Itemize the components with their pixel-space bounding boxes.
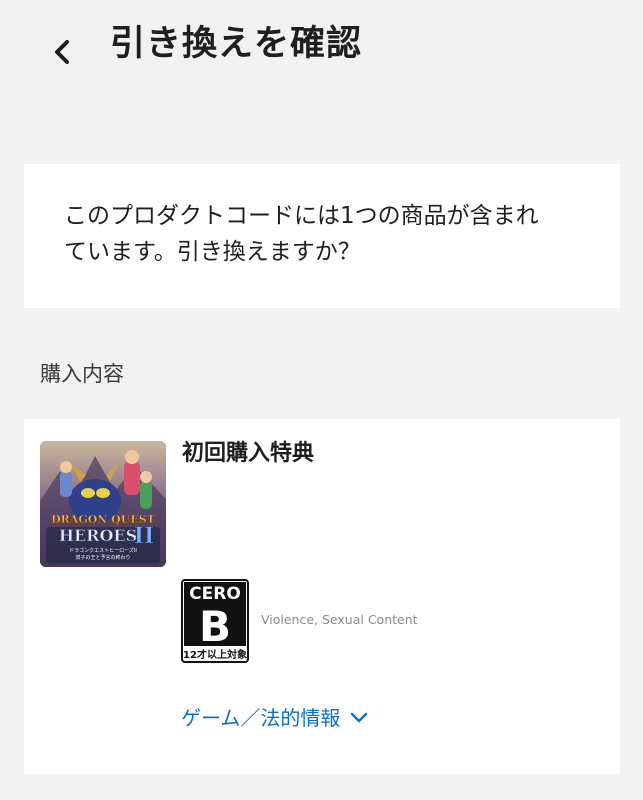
game-legal-info-toggle[interactable]: ゲーム／法的情報 xyxy=(181,702,368,734)
confirmation-message-line-2: ています。引き換えますか？ xyxy=(64,239,361,265)
thumbnail-caption-1: ドラゴンクエストヒーローズII xyxy=(69,547,137,554)
header: 引き換えを確認 xyxy=(0,0,643,100)
confirmation-message-line-1: このプロダクトコードには1つの商品が含まれ xyxy=(64,203,539,229)
purchase-contents-label: 購入内容 xyxy=(40,362,124,386)
product-thumbnail-art: DRAGON QUEST HEROES II ドラゴンクエストヒーローズII 双… xyxy=(40,441,166,567)
rating-descriptors: Violence, Sexual Content xyxy=(261,612,418,627)
product-title: 初回購入特典 xyxy=(182,441,315,466)
cero-brand: CERO xyxy=(189,584,241,604)
thumbnail-caption-2: 双子の王と予言の終わり xyxy=(75,554,130,561)
chevron-left-icon xyxy=(55,40,69,64)
game-legal-info-label: ゲーム／法的情報 xyxy=(181,706,341,730)
cero-grade: B xyxy=(199,602,231,651)
page-title: 引き換えを確認 xyxy=(110,24,363,64)
thumbnail-logo-sub: HEROES xyxy=(59,526,137,545)
cero-rating-badge: CERO B 12才以上対象 xyxy=(181,579,249,663)
cero-rating-icon: CERO B 12才以上対象 xyxy=(181,579,249,663)
thumbnail-numeral: II xyxy=(134,523,155,549)
product-item-card: DRAGON QUEST HEROES II ドラゴンクエストヒーローズII 双… xyxy=(24,419,620,774)
confirmation-message: このプロダクトコードには1つの商品が含まれ ています。引き換えますか？ xyxy=(64,198,594,270)
confirmation-message-card: このプロダクトコードには1つの商品が含まれ ています。引き換えますか？ xyxy=(24,164,620,308)
product-thumbnail: DRAGON QUEST HEROES II ドラゴンクエストヒーローズII 双… xyxy=(40,441,166,567)
cero-age: 12才以上対象 xyxy=(183,648,247,661)
back-button[interactable] xyxy=(40,30,84,74)
chevron-down-icon xyxy=(350,712,368,724)
